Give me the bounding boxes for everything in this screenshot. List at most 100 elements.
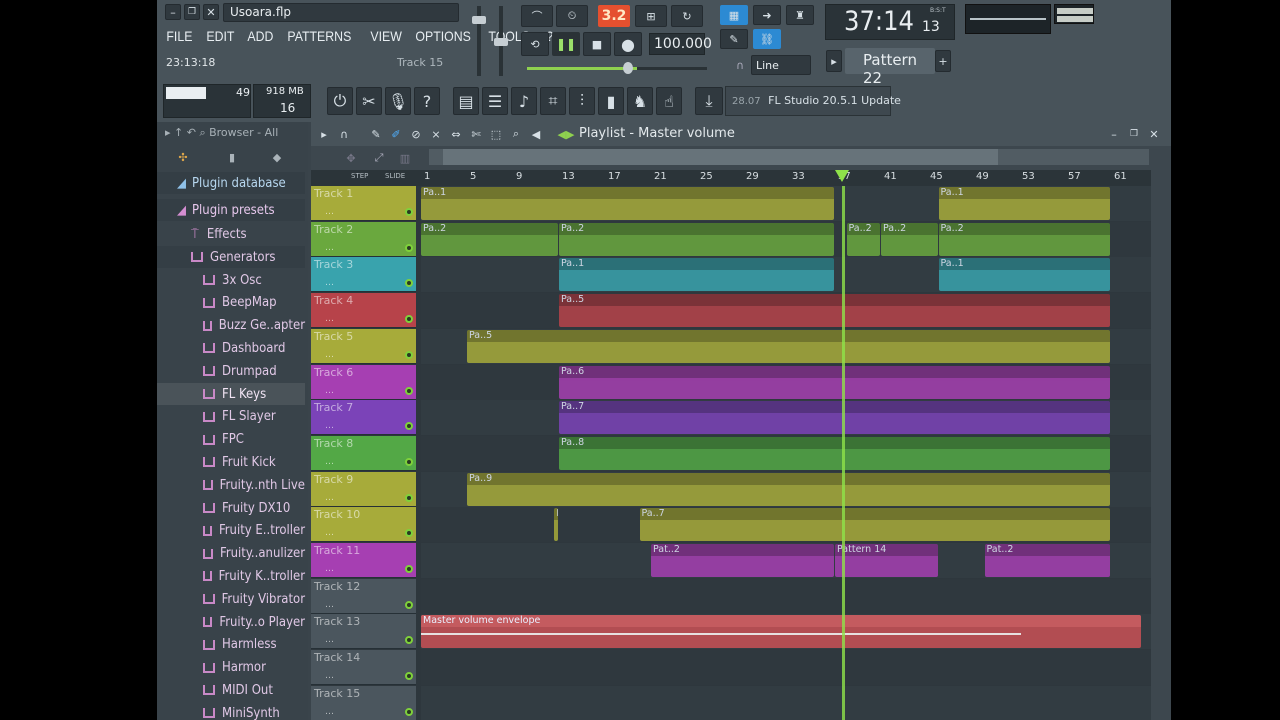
vertical-scrollbar[interactable] [1151,170,1171,720]
pattern-clip[interactable]: Pa..7 [639,508,1110,542]
track-header[interactable]: Track 1… [311,186,416,221]
track-more-icon[interactable]: … [325,457,334,467]
playlist-maximize-icon[interactable]: ❐ [1125,125,1143,143]
track-header[interactable]: Track 4… [311,293,416,329]
pattern-clip[interactable]: Pa..2 [846,222,880,256]
help-icon[interactable]: ? [414,87,440,115]
track-mute-led[interactable] [405,386,413,395]
browser-folder-generators[interactable]: Generators [157,246,305,268]
browser-item[interactable]: FL Slayer [157,406,305,428]
playlist-menu-icon[interactable]: ▸ [317,125,331,143]
pause-button[interactable]: ❚❚ [552,32,580,56]
pattern-clip[interactable]: Pa..1 [559,258,834,292]
pattern-clip[interactable]: Pa..2 [421,222,558,256]
master-pitch-handle[interactable] [494,38,508,46]
browser-folder-effects[interactable]: ⍑ Effects [157,223,305,245]
pattern-clip[interactable]: Pa..1 [938,187,1110,220]
track-mute-led[interactable] [405,315,413,324]
zoom-tool-icon[interactable]: ⌕ [507,125,525,143]
channel-settings-icon[interactable]: ▮ [598,87,624,115]
automation-clip[interactable]: Master volume envelope [421,615,1141,649]
pattern-clip[interactable]: Pa..9 [467,472,1110,506]
wait-input-icon[interactable]: ⏲ [556,5,588,27]
headphones-icon[interactable]: ∩ [335,125,353,143]
draw-tool-icon[interactable]: ✎ [367,125,385,143]
plugin-picker-icon[interactable]: ♞ [627,87,653,115]
pattern-clip[interactable]: Pa..1 [938,258,1110,292]
browser-item[interactable]: MiniSynth [157,702,305,720]
track-header[interactable]: Track 7… [311,400,416,436]
track-more-icon[interactable]: … [325,207,334,217]
pattern-clip[interactable]: Pa..8 [559,436,1110,470]
track-header[interactable]: Track 10… [311,507,416,543]
timeline-ruler[interactable]: STEP SLIDE 1 5 9 13 17 21 25 29 33 37 41 45 49 53 57 61 [311,170,1171,186]
browser-item[interactable]: Drumpad [157,360,305,382]
pattern-clip[interactable]: Pa..7 [559,401,1110,435]
download-icon[interactable]: ⤓ [695,87,723,115]
menu-edit[interactable]: EDIT [202,27,239,47]
track-mute-led[interactable] [405,600,413,609]
browser-tree-icon[interactable]: ✣ [171,148,195,166]
track-header[interactable]: Track 15… [311,685,416,720]
browser-item[interactable]: Fruity E..troller [157,520,305,542]
track-more-icon[interactable]: … [325,564,334,574]
horizontal-scroll-thumb[interactable] [443,149,998,165]
pattern-clip[interactable]: Pa..2 [881,222,938,256]
browser-file-icon[interactable]: ▮ [220,148,244,166]
tempo-display[interactable]: 100.000 [649,33,712,55]
track-header[interactable]: Track 9… [311,471,416,507]
track-more-icon[interactable]: … [325,350,334,360]
news-panel[interactable]: 28.07 FL Studio 20.5.1 Update [725,86,901,116]
browser-item[interactable]: FL Keys [157,383,305,405]
close-icon[interactable]: ✕ [203,4,219,20]
track-mute-led[interactable] [405,422,413,431]
piano-icon[interactable]: ▥ [395,149,415,167]
mixer-icon[interactable]: ⫶ [569,87,595,115]
track-header[interactable]: Track 3… [311,257,416,293]
piano-roll-icon[interactable]: ♪ [511,87,537,115]
menu-add[interactable]: ADD [243,27,278,47]
pattern-clip[interactable]: Pa..5 [559,294,1110,328]
pattern-clip[interactable]: Pa..7 [554,508,559,542]
menu-patterns[interactable]: PATTERNS [283,27,356,47]
track-mute-led[interactable] [405,672,413,681]
track-more-icon[interactable]: … [325,493,334,503]
track-more-icon[interactable]: … [325,314,334,324]
maximize-icon[interactable]: ❐ [184,4,200,20]
snap-select[interactable]: Line [751,55,811,75]
pattern-clip[interactable]: Pat..2 [984,544,1110,577]
track-mute-led[interactable] [405,565,413,573]
pattern-clip[interactable]: Pa..5 [467,329,1110,363]
track-header[interactable]: Track 12… [311,578,416,614]
minimize-icon[interactable]: – [165,4,181,20]
grid-link-icon[interactable]: ⤢ [369,149,389,167]
song-time-display[interactable]: 37:14 13 B:S:T [825,4,955,40]
track-header[interactable]: Track 13… [311,614,416,650]
metronome-icon[interactable]: ⌒ [521,5,553,27]
track-mute-led[interactable] [405,208,413,216]
playlist-view-icon[interactable]: ▤ [453,87,479,115]
browser-item[interactable]: Fruity K..troller [157,565,305,587]
browser-item[interactable]: Fruity..nth Live [157,474,305,496]
cut-icon[interactable]: ✂ [356,87,382,115]
track-header[interactable]: Track 11… [311,543,416,578]
track-lane[interactable] [421,578,1151,614]
track-mute-led[interactable] [405,529,413,538]
pattern-mode-button[interactable]: 3.2 [598,5,630,27]
browser-item[interactable]: Fruity..o Player [157,611,305,633]
pattern-clip[interactable]: Pa..1 [421,187,834,220]
pattern-prev-icon[interactable]: ▸ [826,50,842,72]
track-header[interactable]: Track 14… [311,650,416,686]
link-icon[interactable]: ⛓ [753,29,781,49]
microphone-icon[interactable]: 🎙 [385,87,411,115]
browser-item[interactable]: Fruity Vibrator [157,588,305,610]
browser-item[interactable]: Dashboard [157,337,305,359]
pattern-clip[interactable]: Pa..2 [559,222,834,256]
pattern-clip[interactable]: Pa..2 [938,222,1110,256]
record-button[interactable]: ● [614,32,642,56]
browser-section-plugin-database[interactable]: ◢ Plugin database [157,172,305,194]
slip-tool-icon[interactable]: ⇔ [447,125,465,143]
track-header[interactable]: Track 2… [311,221,416,257]
track-more-icon[interactable]: … [325,635,334,645]
browser-item[interactable]: Buzz Ge..apter [157,315,305,337]
